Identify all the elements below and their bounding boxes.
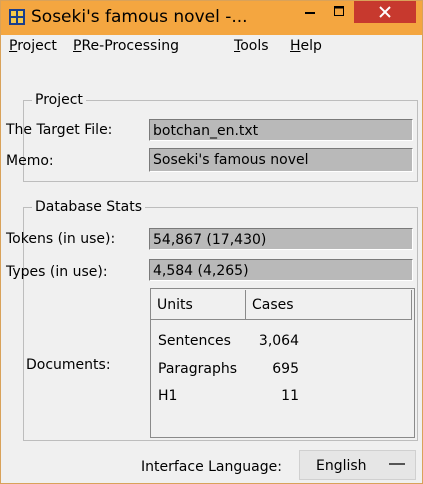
target-file-label: The Target File: [6, 122, 113, 138]
interface-language-label: Interface Language: [141, 459, 282, 475]
app-window: Soseki's famous novel -... Project PRe-P… [0, 0, 423, 484]
database-stats-title: Database Stats [32, 199, 145, 215]
table-row[interactable]: H1 11 [151, 384, 414, 410]
types-label: Types (in use): [6, 264, 108, 280]
close-icon [379, 6, 391, 18]
column-header-units[interactable]: Units [151, 290, 246, 320]
minimize-icon [305, 12, 315, 14]
close-button[interactable] [354, 1, 416, 23]
app-grid-icon [9, 9, 25, 25]
column-header-cases[interactable]: Cases [246, 290, 412, 320]
menu-bar: Project PRe-Processing Tools Help [1, 35, 422, 57]
interface-language-select[interactable]: English [299, 450, 416, 480]
window-title: Soseki's famous novel -... [31, 7, 248, 27]
memo-label: Memo: [6, 153, 54, 169]
interface-language-value: English [316, 458, 367, 474]
tokens-field: 54,867 (17,430) [149, 228, 413, 250]
unit-cell: H1 [158, 388, 178, 404]
table-row[interactable]: Paragraphs 695 [151, 357, 414, 383]
documents-label: Documents: [26, 357, 111, 373]
unit-cell: Sentences [158, 333, 231, 349]
tokens-label: Tokens (in use): [6, 231, 116, 247]
dropdown-icon [389, 463, 405, 465]
cases-cell: 695 [272, 361, 299, 377]
target-file-field[interactable]: botchan_en.txt [149, 119, 413, 141]
types-field: 4,584 (4,265) [149, 259, 413, 281]
menu-tools[interactable]: Tools [234, 38, 269, 54]
title-bar[interactable]: Soseki's famous novel -... [1, 1, 422, 35]
minimize-button[interactable] [296, 1, 324, 23]
cases-cell: 11 [281, 388, 299, 404]
menu-preprocessing[interactable]: PRe-Processing [73, 38, 179, 54]
menu-project[interactable]: Project [9, 38, 57, 54]
menu-help[interactable]: Help [290, 38, 322, 54]
project-group-title: Project [32, 92, 86, 108]
maximize-icon [334, 6, 344, 16]
maximize-button[interactable] [324, 1, 354, 23]
unit-cell: Paragraphs [158, 361, 238, 377]
cases-cell: 3,064 [258, 333, 299, 349]
memo-field[interactable]: Soseki's famous novel [149, 148, 413, 172]
table-row[interactable]: Sentences 3,064 [151, 329, 414, 355]
documents-table[interactable]: Units Cases Sentences 3,064 Paragraphs 6… [150, 288, 415, 438]
